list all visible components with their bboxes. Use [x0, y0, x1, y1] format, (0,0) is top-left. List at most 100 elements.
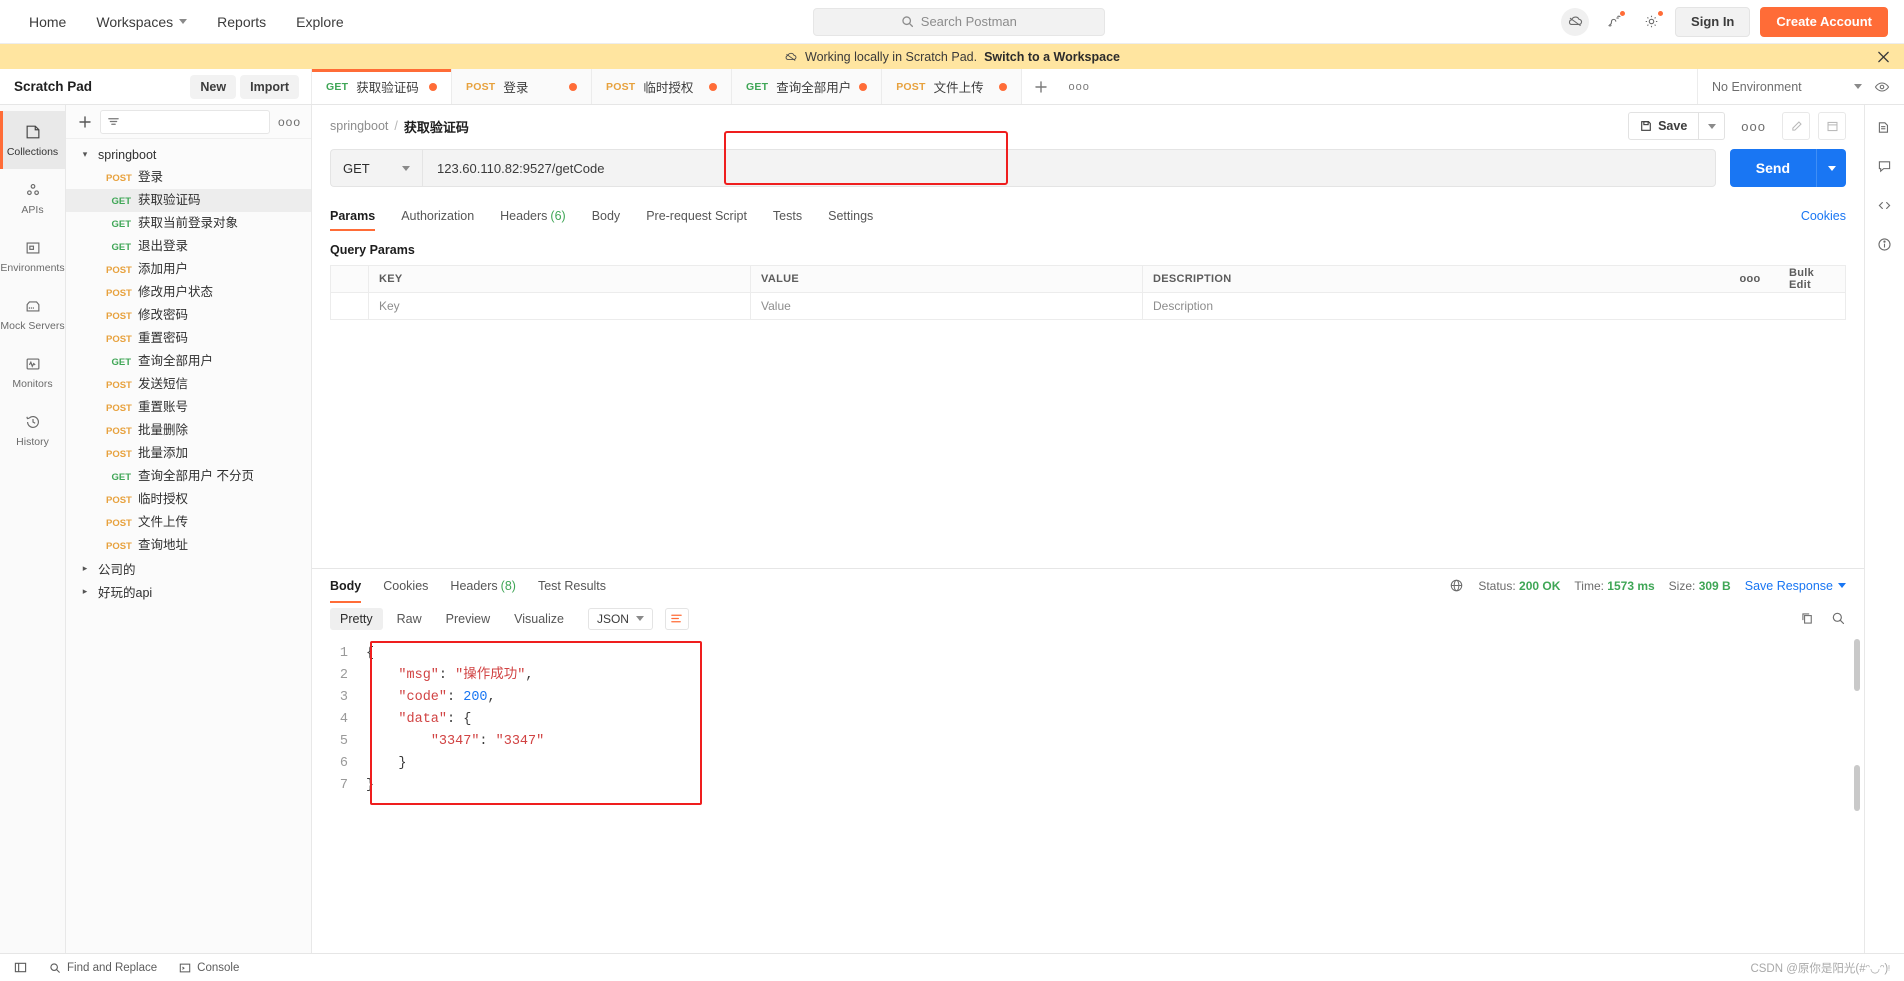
code-snippet-icon[interactable] — [1818, 112, 1846, 140]
collection-folder-springboot[interactable]: ▾ springboot — [66, 143, 311, 166]
tree-request-13[interactable]: POST 批量添加 — [66, 442, 311, 465]
tree-request-4[interactable]: GET 退出登录 — [66, 235, 311, 258]
info-icon[interactable] — [1876, 236, 1893, 253]
comments-icon[interactable] — [1876, 158, 1893, 175]
cookies-link[interactable]: Cookies — [1801, 209, 1846, 223]
request-tab-4[interactable]: POST 文件上传 — [882, 69, 1023, 104]
tab-authorization[interactable]: Authorization — [401, 201, 474, 231]
sidebar-item-mock-servers[interactable]: Mock Servers — [0, 285, 65, 343]
table-options-icon[interactable]: ooo — [1721, 266, 1779, 292]
find-and-replace-button[interactable]: Find and Replace — [49, 962, 157, 974]
response-tab-body[interactable]: Body — [330, 569, 362, 603]
nav-item-reports[interactable]: Reports — [204, 7, 279, 37]
code-icon[interactable] — [1876, 197, 1893, 214]
sidebar-item-environments[interactable]: Environments — [0, 227, 65, 285]
bulk-edit-link[interactable]: Bulk Edit — [1779, 266, 1845, 292]
tree-request-15[interactable]: POST 临时授权 — [66, 488, 311, 511]
send-options-button[interactable] — [1816, 149, 1846, 187]
save-response-button[interactable]: Save Response — [1745, 579, 1846, 593]
new-button[interactable]: New — [190, 74, 237, 99]
request-tab-1[interactable]: POST 登录 — [452, 69, 592, 104]
tree-request-7[interactable]: POST 修改密码 — [66, 304, 311, 327]
copy-icon[interactable] — [1800, 611, 1815, 626]
response-tab-test-results[interactable]: Test Results — [538, 569, 606, 603]
tab-tests[interactable]: Tests — [773, 201, 802, 231]
sidebar-item-apis[interactable]: APIs — [0, 169, 65, 227]
nav-item-workspaces[interactable]: Workspaces — [83, 7, 200, 37]
sync-status-icon[interactable] — [1561, 7, 1590, 36]
gear-icon[interactable] — [1637, 8, 1665, 36]
url-input[interactable]: 123.60.110.82:9527/getCode — [422, 149, 1716, 187]
breadcrumb-request-name[interactable]: 获取验证码 — [404, 117, 469, 136]
collection-folder-funapi[interactable]: ▸ 好玩的api — [66, 580, 311, 603]
search-icon[interactable] — [1831, 611, 1846, 626]
tree-request-2[interactable]: GET 获取验证码 — [66, 189, 311, 212]
sidebar-filter-input[interactable] — [100, 109, 270, 134]
import-button[interactable]: Import — [240, 74, 299, 99]
nav-item-explore[interactable]: Explore — [283, 7, 356, 37]
response-scrollbar-thumb-bottom[interactable] — [1854, 764, 1860, 811]
request-tab-0[interactable]: GET 获取验证码 — [312, 69, 452, 104]
tree-request-1[interactable]: POST 登录 — [66, 166, 311, 189]
tree-request-16[interactable]: POST 文件上传 — [66, 511, 311, 534]
search-input[interactable]: Search Postman — [812, 7, 1105, 36]
response-tab-headers[interactable]: Headers (8) — [450, 569, 516, 603]
sidebar-toggle-icon[interactable] — [14, 961, 27, 974]
view-mode-pretty[interactable]: Pretty — [330, 607, 383, 630]
tab-pre-request-script[interactable]: Pre-request Script — [646, 201, 747, 231]
tree-request-5[interactable]: POST 添加用户 — [66, 258, 311, 281]
response-tab-cookies[interactable]: Cookies — [383, 569, 428, 603]
tab-headers[interactable]: Headers (6) — [500, 201, 566, 231]
sign-in-button[interactable]: Sign In — [1675, 6, 1751, 37]
sidebar-item-monitors[interactable]: Monitors — [0, 343, 65, 401]
request-tab-3[interactable]: GET 查询全部用户 — [732, 69, 883, 104]
documentation-icon[interactable] — [1876, 119, 1893, 136]
row-checkbox[interactable] — [331, 293, 369, 319]
notifications-icon[interactable] — [1599, 8, 1627, 36]
send-button[interactable]: Send — [1729, 149, 1816, 187]
comment-icon[interactable] — [1782, 112, 1810, 140]
tree-request-14[interactable]: GET 查询全部用户 不分页 — [66, 465, 311, 488]
tree-request-12[interactable]: POST 批量删除 — [66, 419, 311, 442]
view-mode-raw[interactable]: Raw — [387, 608, 432, 630]
tab-settings[interactable]: Settings — [828, 201, 873, 231]
tree-request-9[interactable]: GET 查询全部用户 — [66, 350, 311, 373]
tree-request-8[interactable]: POST 重置密码 — [66, 327, 311, 350]
create-account-button[interactable]: Create Account — [1760, 6, 1888, 37]
view-mode-visualize[interactable]: Visualize — [504, 608, 574, 630]
description-input[interactable]: Description — [1143, 293, 1721, 319]
environment-quick-look-icon[interactable] — [1874, 79, 1890, 95]
request-more-options[interactable]: ooo — [1733, 119, 1774, 134]
save-options-button[interactable] — [1699, 112, 1726, 140]
request-tab-2[interactable]: POST 临时授权 — [592, 69, 732, 104]
switch-workspace-link[interactable]: Switch to a Workspace — [984, 50, 1120, 64]
tree-request-11[interactable]: POST 重置账号 — [66, 396, 311, 419]
sidebar-item-collections[interactable]: Collections — [0, 111, 65, 169]
close-icon[interactable] — [1877, 50, 1890, 63]
breadcrumb-collection[interactable]: springboot — [330, 119, 388, 133]
tabs-overflow-button[interactable]: ooo — [1060, 69, 1098, 104]
table-row[interactable]: Key Value Description — [331, 293, 1845, 320]
save-button[interactable]: Save — [1628, 112, 1700, 140]
tab-body[interactable]: Body — [592, 201, 621, 231]
response-format-selector[interactable]: JSON — [587, 607, 653, 630]
console-button[interactable]: Console — [179, 962, 239, 974]
tree-request-10[interactable]: POST 发送短信 — [66, 373, 311, 396]
wrap-lines-icon[interactable] — [664, 607, 689, 630]
tab-params[interactable]: Params — [330, 201, 376, 231]
tree-request-6[interactable]: POST 修改用户状态 — [66, 281, 311, 304]
value-input[interactable]: Value — [751, 293, 1143, 319]
nav-item-home[interactable]: Home — [16, 7, 79, 37]
view-mode-preview[interactable]: Preview — [436, 608, 500, 630]
network-icon[interactable] — [1449, 578, 1464, 593]
tree-request-3[interactable]: GET 获取当前登录对象 — [66, 212, 311, 235]
response-body-code[interactable]: 1 2 3 4 5 6 7 { "msg": "操作成功", "code": 2… — [312, 635, 1864, 953]
tree-request-17[interactable]: POST 查询地址 — [66, 534, 311, 557]
sidebar-more-icon[interactable]: ooo — [278, 115, 301, 129]
new-tab-button[interactable] — [1022, 69, 1060, 104]
sidebar-item-history[interactable]: History — [0, 401, 65, 459]
http-method-selector[interactable]: GET — [330, 149, 422, 187]
add-collection-icon[interactable] — [78, 115, 92, 129]
collection-folder-company[interactable]: ▸ 公司的 — [66, 557, 311, 580]
response-scrollbar-thumb-top[interactable] — [1854, 638, 1860, 691]
